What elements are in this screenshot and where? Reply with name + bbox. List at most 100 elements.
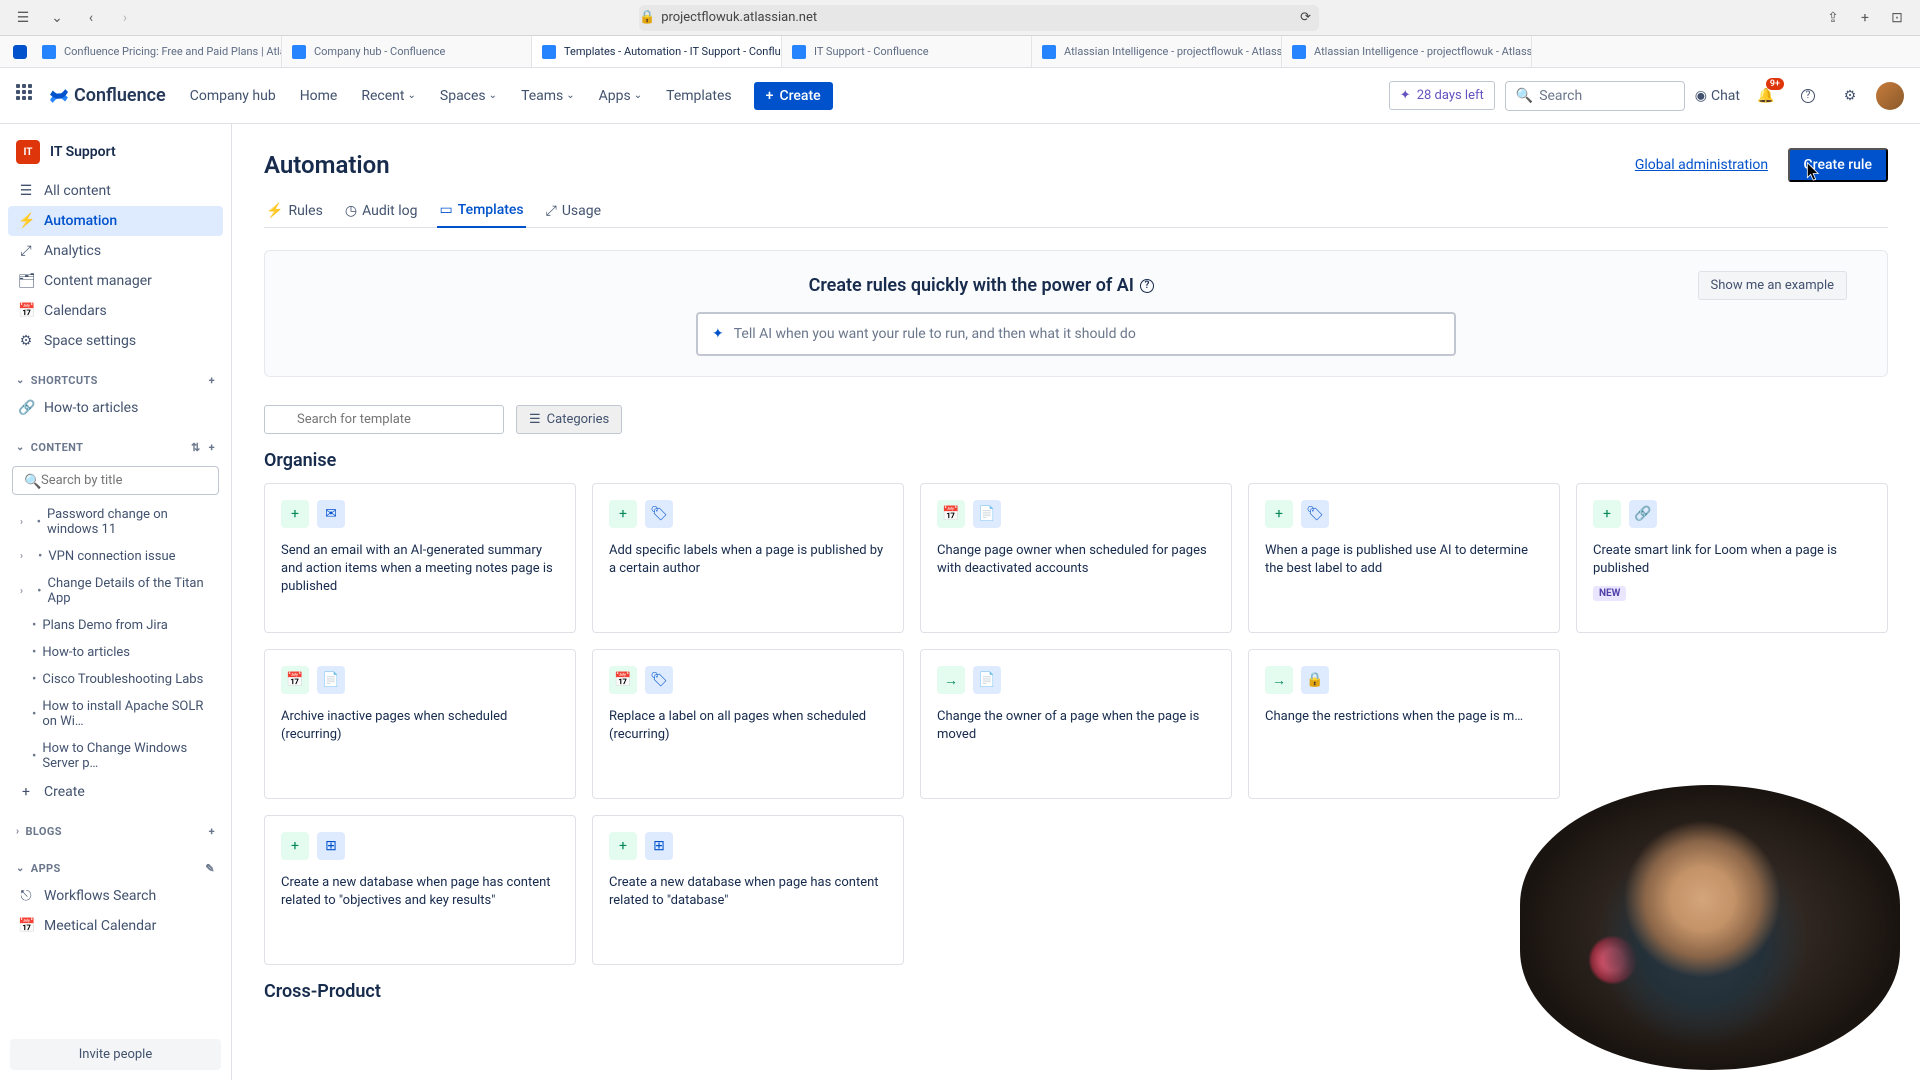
plus-icon[interactable]: +: [209, 825, 215, 838]
new-tab-icon[interactable]: +: [1854, 7, 1876, 29]
tree-item[interactable]: •Cisco Troubleshooting Labs: [8, 666, 223, 693]
template-card[interactable]: +⊞Create a new database when page has co…: [264, 815, 576, 965]
app-switcher-icon[interactable]: [16, 84, 40, 108]
help-icon[interactable]: ?: [1140, 279, 1154, 293]
logo-text: Confluence: [74, 85, 166, 106]
chevron-right-icon[interactable]: ›: [20, 551, 32, 562]
chevron-down-icon[interactable]: ⌄: [46, 7, 68, 29]
categories-button[interactable]: ☰Categories: [516, 405, 622, 434]
tree-item[interactable]: ›•Change Details of the Titan App: [8, 570, 223, 612]
notifications-icon[interactable]: 🔔9+: [1750, 80, 1782, 112]
blogs-header[interactable]: ›BLOGS+: [8, 819, 223, 844]
nav-teams[interactable]: Teams⌄: [513, 82, 583, 110]
sidebar-toggle-icon[interactable]: ☰: [12, 7, 34, 29]
tab-templates[interactable]: ▭Templates: [437, 194, 525, 228]
shortcuts-header[interactable]: ⌄SHORTCUTS+: [8, 368, 223, 393]
template-card[interactable]: +🏷When a page is published use AI to det…: [1248, 483, 1560, 633]
chat-button[interactable]: ◉Chat: [1695, 88, 1740, 104]
tab-rules[interactable]: ⚡Rules: [264, 194, 325, 227]
tab-audit-log[interactable]: ◷Audit log: [343, 194, 420, 227]
tab-1[interactable]: Company hub - Confluence: [282, 36, 532, 67]
nav-recent[interactable]: Recent⌄: [353, 82, 424, 110]
template-search[interactable]: 🔍: [264, 405, 504, 434]
help-icon[interactable]: ?: [1792, 80, 1824, 112]
filter-icon[interactable]: ⇅: [191, 441, 201, 454]
template-card[interactable]: +🔗Create smart link for Loom when a page…: [1576, 483, 1888, 633]
template-icon: ▭: [439, 202, 452, 218]
back-icon[interactable]: ‹: [80, 7, 102, 29]
trial-badge[interactable]: ✦28 days left: [1389, 81, 1495, 110]
sidebar-search[interactable]: 🔍: [12, 466, 219, 495]
page-icon: 📄: [973, 500, 1001, 528]
tab-5[interactable]: Atlassian Intelligence - projectflowuk -…: [1282, 36, 1532, 67]
template-card[interactable]: 📅📄Change page owner when scheduled for p…: [920, 483, 1232, 633]
apps-header[interactable]: ⌄APPS✎: [8, 856, 223, 881]
tree-item[interactable]: •How to install Apache SOLR on Wi…: [8, 693, 223, 735]
tree-item[interactable]: •How-to articles: [8, 639, 223, 666]
forward-icon[interactable]: ›: [114, 7, 136, 29]
space-icon: IT: [16, 140, 40, 164]
sidebar-analytics[interactable]: ⤢Analytics: [8, 236, 223, 266]
template-card[interactable]: 📅🏷Replace a label on all pages when sche…: [592, 649, 904, 799]
list-icon: ☰: [18, 183, 34, 199]
show-example-button[interactable]: Show me an example: [1698, 271, 1847, 300]
space-header[interactable]: IT IT Support: [8, 132, 223, 172]
page-title: Automation: [264, 151, 390, 179]
nav-spaces[interactable]: Spaces⌄: [432, 82, 505, 110]
sidebar-space-settings[interactable]: ⚙Space settings: [8, 326, 223, 356]
tree-item[interactable]: •Plans Demo from Jira: [8, 612, 223, 639]
global-admin-link[interactable]: Global administration: [1635, 157, 1768, 173]
tab-4[interactable]: Atlassian Intelligence - projectflowuk -…: [1032, 36, 1282, 67]
plus-icon: +: [18, 784, 34, 800]
plus-icon[interactable]: +: [209, 374, 215, 387]
app-item[interactable]: 📅Meetical Calendar: [8, 911, 223, 941]
tab-0[interactable]: Confluence Pricing: Free and Paid Plans …: [32, 36, 282, 67]
plus-icon: +: [609, 500, 637, 528]
app-item[interactable]: ⎋Workflows Search: [8, 881, 223, 911]
invite-people-button[interactable]: Invite people: [10, 1039, 221, 1070]
chevron-right-icon[interactable]: ›: [20, 517, 31, 528]
content-header[interactable]: ⌄CONTENT⇅+: [8, 435, 223, 460]
chevron-right-icon: ›: [16, 826, 19, 837]
chevron-right-icon[interactable]: ›: [20, 586, 31, 597]
template-card[interactable]: +✉Send an email with an AI-generated sum…: [264, 483, 576, 633]
plus-icon[interactable]: +: [209, 441, 215, 454]
settings-icon[interactable]: ⚙: [1834, 80, 1866, 112]
tree-item[interactable]: •How to Change Windows Server p…: [8, 735, 223, 777]
sidebar-content-manager[interactable]: 🗂Content manager: [8, 266, 223, 296]
ai-title: Create rules quickly with the power of A…: [809, 275, 1154, 296]
chat-icon: ◉: [1695, 88, 1707, 104]
tab-usage[interactable]: ⤢Usage: [544, 194, 603, 227]
sidebar-create[interactable]: +Create: [8, 777, 223, 807]
nav-home[interactable]: Home: [292, 82, 346, 110]
ai-input[interactable]: ✦ Tell AI when you want your rule to run…: [696, 312, 1456, 356]
template-card[interactable]: 📅📄Archive inactive pages when scheduled …: [264, 649, 576, 799]
template-card[interactable]: →🔒Change the restrictions when the page …: [1248, 649, 1560, 799]
template-card[interactable]: +⊞Create a new database when page has co…: [592, 815, 904, 965]
create-button[interactable]: +Create: [754, 82, 833, 110]
nav-apps[interactable]: Apps⌄: [591, 82, 650, 110]
nav-templates[interactable]: Templates: [658, 82, 740, 110]
sidebar-all-content[interactable]: ☰All content: [8, 176, 223, 206]
tree-item[interactable]: ›•VPN connection issue: [8, 543, 223, 570]
share-icon[interactable]: ⇪: [1822, 7, 1844, 29]
sidebar-automation[interactable]: ⚡Automation: [8, 206, 223, 236]
tab-3[interactable]: IT Support - Confluence: [782, 36, 1032, 67]
create-rule-button[interactable]: Create rule: [1788, 148, 1888, 182]
avatar[interactable]: [1876, 82, 1904, 110]
template-card[interactable]: →📄Change the owner of a page when the pa…: [920, 649, 1232, 799]
tabs-icon[interactable]: ⊡: [1886, 7, 1908, 29]
shortcut-item[interactable]: 🔗How-to articles: [8, 393, 223, 423]
nav-company-hub[interactable]: Company hub: [182, 82, 284, 110]
confluence-logo[interactable]: Confluence: [48, 85, 166, 107]
database-icon: ⊞: [645, 832, 673, 860]
search-input[interactable]: 🔍Search: [1505, 81, 1685, 111]
refresh-icon[interactable]: ⟳: [1300, 10, 1319, 25]
tab-2[interactable]: Templates - Automation - IT Support - Co…: [532, 36, 782, 67]
sidebar-calendars[interactable]: 📅Calendars: [8, 296, 223, 326]
template-card[interactable]: +🏷Add specific labels when a page is pub…: [592, 483, 904, 633]
edit-icon[interactable]: ✎: [205, 862, 215, 875]
url-bar[interactable]: 🔒 projectflowuk.atlassian.net ⟳: [639, 5, 1319, 31]
plus-icon: +: [1265, 500, 1293, 528]
tree-item[interactable]: ›•Password change on windows 11: [8, 501, 223, 543]
